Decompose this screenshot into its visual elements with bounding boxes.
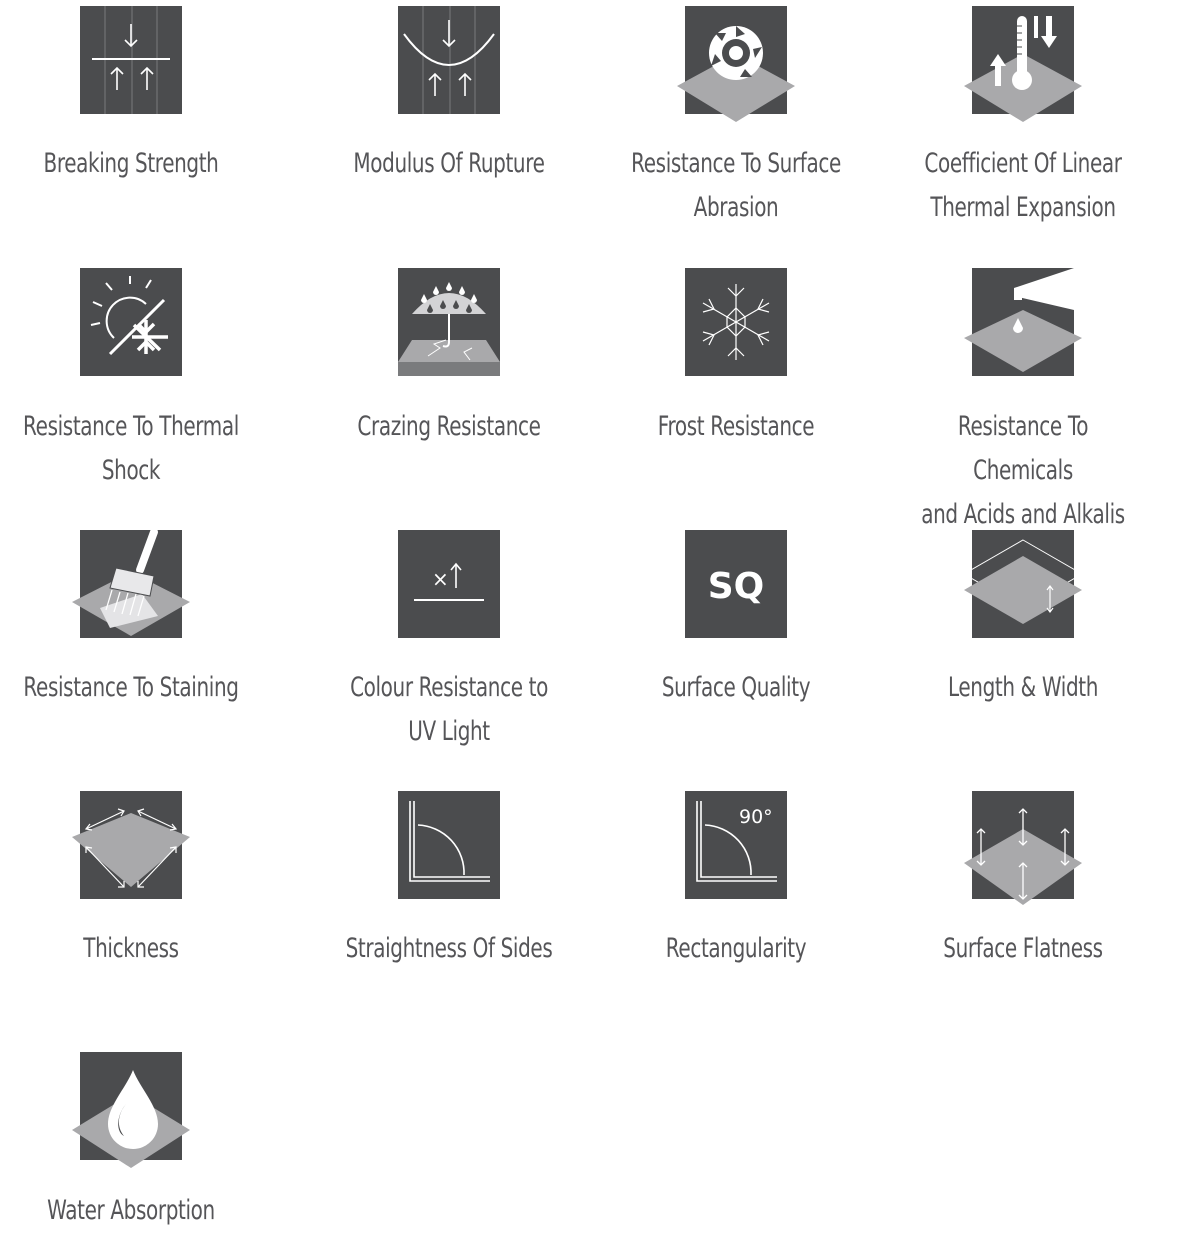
water-absorption-icon — [72, 1052, 190, 1168]
modulus-of-rupture-icon — [398, 6, 500, 114]
svg-text:SQ: SQ — [708, 566, 765, 607]
length-width-icon — [962, 530, 1084, 638]
icon-label: Water Absorption — [47, 1195, 215, 1226]
svg-text:90°: 90° — [739, 806, 773, 828]
staining-resistance-icon — [72, 528, 190, 638]
icon-label: Resistance To Staining — [23, 672, 239, 703]
icon-label: Colour Resistance to UV Light — [350, 672, 548, 747]
icon-label: Straightness Of Sides — [345, 933, 553, 964]
icon-label: Resistance To Thermal Shock — [23, 411, 239, 486]
icon-label: Length & Width — [947, 672, 1099, 703]
breaking-strength-icon — [80, 6, 182, 114]
icon-label: Crazing Resistance — [357, 411, 541, 442]
surface-abrasion-icon — [677, 6, 795, 122]
straightness-icon — [398, 791, 500, 899]
icon-label: Thickness — [83, 933, 179, 964]
icon-label: Coefficient Of Linear Thermal Expansion — [924, 148, 1122, 223]
icon-label: Surface Flatness — [943, 933, 1103, 964]
thermal-shock-icon — [80, 268, 182, 376]
icon-label: Modulus Of Rupture — [353, 148, 545, 179]
icon-label: Breaking Strength — [43, 148, 219, 179]
rectangularity-icon: 90° — [685, 791, 787, 899]
icon-label: Resistance To Surface Abrasion — [631, 148, 841, 223]
uv-light-icon: × — [398, 530, 500, 638]
frost-resistance-icon — [685, 268, 787, 376]
icon-label: Frost Resistance — [657, 411, 815, 442]
svg-text:×: × — [432, 567, 449, 591]
surface-quality-icon: SQ — [685, 530, 787, 638]
crazing-resistance-icon — [398, 268, 500, 376]
icon-label: Surface Quality — [661, 672, 811, 703]
thermal-expansion-icon — [964, 6, 1082, 122]
icon-label: Rectangularity — [665, 933, 807, 964]
icon-label: Resistance To Chemicals and Acids and Al… — [921, 411, 1125, 530]
surface-flatness-icon — [964, 791, 1082, 905]
thickness-icon — [72, 791, 190, 899]
chemical-resistance-icon — [964, 268, 1082, 376]
